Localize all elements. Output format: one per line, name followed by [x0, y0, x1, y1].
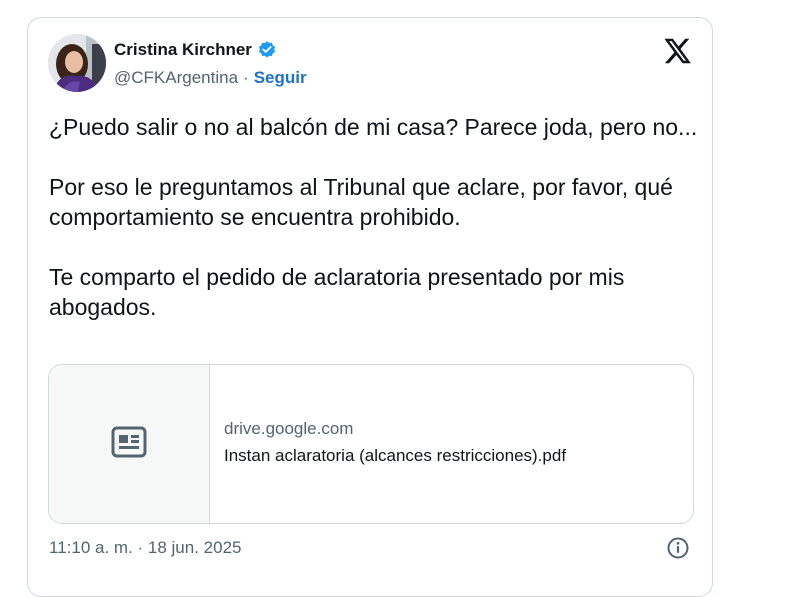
document-icon: [111, 426, 147, 463]
author-name-row: Cristina Kirchner: [114, 40, 277, 60]
tweet-paragraph: Te comparto el pedido de aclaratoria pre…: [49, 264, 631, 320]
handle-separator: ·: [243, 68, 249, 87]
avatar[interactable]: [48, 34, 106, 92]
tweet-timestamp[interactable]: 11:10 a. m. · 18 jun. 2025: [49, 538, 241, 558]
link-title: Instan aclaratoria (alcances restriccion…: [224, 446, 567, 465]
verified-check-icon: [257, 40, 277, 60]
info-icon[interactable]: [666, 536, 690, 560]
link-thumbnail: [49, 365, 210, 523]
x-logo-icon[interactable]: [664, 38, 692, 64]
tweet-paragraph: Por eso le preguntamos al Tribunal que a…: [49, 174, 680, 230]
link-info: drive.google.com Instan aclaratoria (alc…: [224, 419, 683, 466]
author-handle[interactable]: @CFKArgentina: [114, 68, 238, 88]
link-domain: drive.google.com: [224, 419, 354, 438]
author-name[interactable]: Cristina Kirchner: [114, 40, 252, 60]
tweet-card: Cristina Kirchner @CFKArgentina · Seguir…: [27, 17, 713, 597]
follow-button[interactable]: Seguir: [254, 68, 307, 88]
avatar-image: [48, 34, 106, 92]
link-preview-card[interactable]: drive.google.com Instan aclaratoria (alc…: [48, 364, 694, 524]
tweet-paragraph: ¿Puedo salir o no al balcón de mi casa? …: [49, 114, 698, 140]
tweet-text: ¿Puedo salir o no al balcón de mi casa? …: [49, 112, 699, 352]
handle-row: @CFKArgentina · Seguir: [114, 68, 307, 88]
